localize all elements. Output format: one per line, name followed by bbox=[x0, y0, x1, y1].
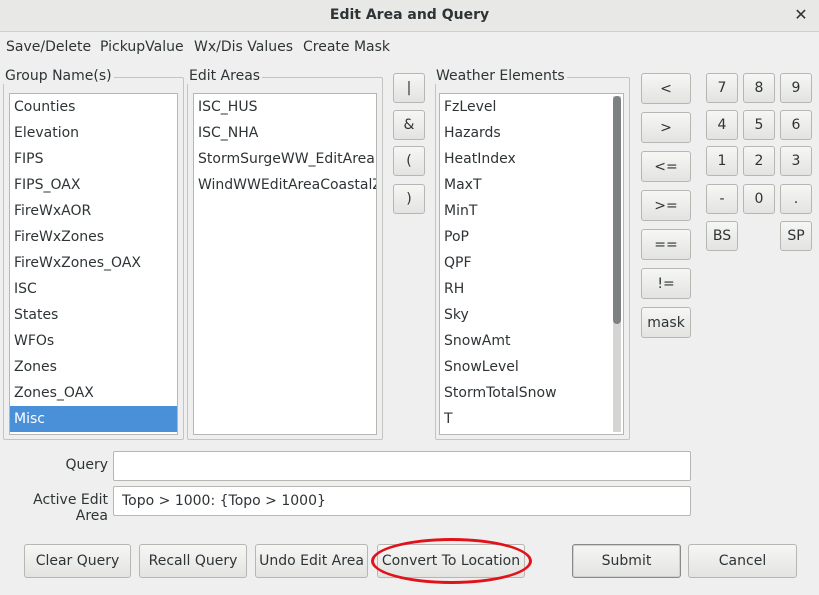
edit-area-item[interactable]: StormSurgeWW_EditArea bbox=[194, 146, 376, 172]
group-name-item[interactable]: States bbox=[10, 302, 177, 328]
greater-equal-button[interactable]: >= bbox=[641, 190, 691, 221]
keypad-7[interactable]: 7 bbox=[706, 73, 738, 103]
weather-element-item[interactable]: RH bbox=[440, 276, 623, 302]
group-name-item[interactable]: Zones bbox=[10, 354, 177, 380]
weather-element-item[interactable]: MaxT bbox=[440, 172, 623, 198]
weather-elements-label: Weather Elements bbox=[434, 68, 567, 84]
undo-edit-area-button[interactable]: Undo Edit Area bbox=[255, 544, 368, 578]
group-name-item[interactable]: ISC bbox=[10, 276, 177, 302]
menu-wx-dis-values[interactable]: Wx/Dis Values bbox=[194, 39, 293, 55]
keypad-0[interactable]: 0 bbox=[743, 184, 775, 214]
group-name-item[interactable]: FIPS bbox=[10, 146, 177, 172]
keypad-5[interactable]: 5 bbox=[743, 110, 775, 140]
weather-element-item[interactable]: PoP bbox=[440, 224, 623, 250]
weather-element-item[interactable]: QPF bbox=[440, 250, 623, 276]
keypad-space[interactable]: SP bbox=[780, 221, 812, 251]
group-name-item[interactable]: WFOs bbox=[10, 328, 177, 354]
active-edit-area-label: Active Edit Area bbox=[33, 492, 108, 524]
weather-elements-list[interactable]: FzLevel Hazards HeatIndex MaxT MinT PoP QPF RH S… bbox=[439, 93, 624, 435]
keypad-1[interactable]: 1 bbox=[706, 146, 738, 176]
group-names-list[interactable]: Counties Elevation FIPS FIPS_OAX FireWxAOR Fi… bbox=[9, 93, 178, 435]
keypad-9[interactable]: 9 bbox=[780, 73, 812, 103]
window-title: Edit Area and Query bbox=[329, 7, 490, 23]
group-name-item[interactable]: FireWxZones_OAX bbox=[10, 250, 177, 276]
not-equals-button[interactable]: != bbox=[641, 268, 691, 299]
group-name-item[interactable]: Misc bbox=[10, 406, 177, 432]
title-bar: Edit Area and Query ✕ bbox=[0, 0, 819, 32]
menu-create-mask[interactable]: Create Mask bbox=[303, 39, 390, 55]
menu-pickup-value[interactable]: PickupValue bbox=[100, 39, 184, 55]
edit-areas-list[interactable]: ISC_HUS ISC_NHA StormSurgeWW_EditArea WindW… bbox=[193, 93, 377, 435]
keypad-6[interactable]: 6 bbox=[780, 110, 812, 140]
cancel-button[interactable]: Cancel bbox=[688, 544, 797, 578]
weather-element-item[interactable]: MinT bbox=[440, 198, 623, 224]
weather-element-item[interactable]: FzLevel bbox=[440, 94, 623, 120]
edit-area-item[interactable]: ISC_NHA bbox=[194, 120, 376, 146]
active-edit-area-input[interactable] bbox=[113, 486, 691, 516]
mask-button[interactable]: mask bbox=[641, 307, 691, 338]
query-input[interactable] bbox=[113, 451, 691, 481]
group-name-item[interactable]: Zones_OAX bbox=[10, 380, 177, 406]
keypad-2[interactable]: 2 bbox=[743, 146, 775, 176]
query-label: Query bbox=[65, 457, 108, 473]
scrollbar-thumb[interactable] bbox=[613, 96, 621, 324]
recall-query-button[interactable]: Recall Query bbox=[139, 544, 247, 578]
edit-area-item[interactable]: ISC_HUS bbox=[194, 94, 376, 120]
keypad-4[interactable]: 4 bbox=[706, 110, 738, 140]
less-than-button[interactable]: < bbox=[641, 73, 691, 104]
keypad-8[interactable]: 8 bbox=[743, 73, 775, 103]
submit-button[interactable]: Submit bbox=[572, 544, 681, 578]
or-operator-button[interactable]: | bbox=[393, 73, 425, 103]
greater-than-button[interactable]: > bbox=[641, 112, 691, 143]
weather-element-item[interactable]: SnowLevel bbox=[440, 354, 623, 380]
group-name-item[interactable]: Counties bbox=[10, 94, 177, 120]
weather-element-item[interactable]: SnowAmt bbox=[440, 328, 623, 354]
weather-element-item[interactable]: StormTotalSnow bbox=[440, 380, 623, 406]
weather-element-item[interactable]: T bbox=[440, 406, 623, 432]
group-names-label: Group Name(s) bbox=[3, 68, 114, 84]
weather-element-item[interactable]: HeatIndex bbox=[440, 146, 623, 172]
menu-bar: Save/Delete PickupValue Wx/Dis Values Cr… bbox=[0, 33, 819, 61]
convert-to-location-button[interactable]: Convert To Location bbox=[377, 544, 525, 578]
keypad-3[interactable]: 3 bbox=[780, 146, 812, 176]
group-name-item[interactable]: Elevation bbox=[10, 120, 177, 146]
weather-element-item[interactable]: Hazards bbox=[440, 120, 623, 146]
edit-areas-label: Edit Areas bbox=[187, 68, 263, 84]
keypad-backspace[interactable]: BS bbox=[706, 221, 738, 251]
less-equal-button[interactable]: <= bbox=[641, 151, 691, 182]
group-name-item[interactable]: FIPS_OAX bbox=[10, 172, 177, 198]
group-name-item[interactable]: FireWxAOR bbox=[10, 198, 177, 224]
weather-element-item[interactable]: Sky bbox=[440, 302, 623, 328]
and-operator-button[interactable]: & bbox=[393, 110, 425, 140]
menu-save-delete[interactable]: Save/Delete bbox=[6, 39, 91, 55]
close-icon[interactable]: ✕ bbox=[791, 5, 811, 25]
close-paren-button[interactable]: ) bbox=[393, 184, 425, 214]
clear-query-button[interactable]: Clear Query bbox=[24, 544, 131, 578]
keypad-dot[interactable]: . bbox=[780, 184, 812, 214]
open-paren-button[interactable]: ( bbox=[393, 146, 425, 176]
group-name-item[interactable]: FireWxZones bbox=[10, 224, 177, 250]
keypad-minus[interactable]: - bbox=[706, 184, 738, 214]
equals-button[interactable]: == bbox=[641, 229, 691, 260]
edit-area-item[interactable]: WindWWEditAreaCoastalZo bbox=[194, 172, 376, 198]
